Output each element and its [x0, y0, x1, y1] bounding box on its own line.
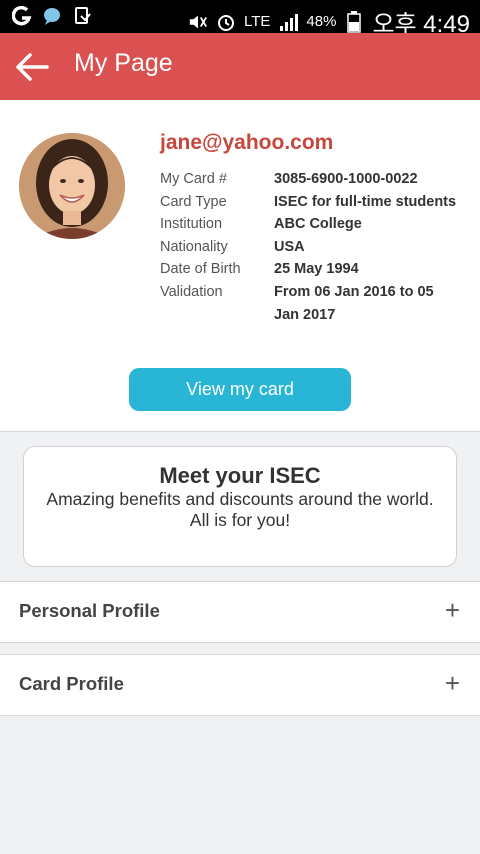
detail-row-date-of-birth: Date of Birth 25 May 1994	[160, 258, 460, 281]
detail-row-card-type: Card Type ISEC for full-time students	[160, 191, 460, 214]
detail-label: Card Type	[160, 193, 227, 210]
detail-label: Validation	[160, 283, 223, 300]
promo-line: All is for you!	[189, 509, 291, 530]
chat-bubble-icon	[42, 6, 62, 26]
detail-row-institution: Institution ABC College	[160, 213, 460, 236]
signal-icon	[278, 12, 299, 32]
profile-card: jane@yahoo.com My Card # 3085-6900-1000-…	[0, 100, 480, 432]
detail-label: Date of Birth	[160, 261, 241, 278]
detail-label: Institution	[160, 216, 223, 233]
battery-icon	[344, 10, 364, 33]
view-my-card-button[interactable]: View my card	[129, 368, 351, 411]
promo-banner: Meet your ISEC Amazing benefits and disc…	[23, 446, 457, 567]
notification-icons	[12, 6, 92, 26]
lte-indicator: LTE	[244, 13, 271, 30]
section-card-profile[interactable]: Card Profile +	[0, 654, 480, 716]
back-button[interactable]	[12, 49, 52, 85]
download-icon	[72, 6, 92, 26]
page-title: My Page	[74, 49, 173, 77]
battery-percent: 48%	[306, 13, 337, 30]
alarm-icon	[216, 12, 236, 32]
detail-value: From 06 Jan 2016 to 05 Jan 2017	[274, 283, 434, 323]
detail-value: ISEC for full-time students	[274, 193, 457, 210]
detail-value: 25 May 1994	[274, 261, 359, 278]
detail-row-validation: Validation From 06 Jan 2016 to 05 Jan 20…	[160, 281, 460, 326]
user-email: jane@yahoo.com	[160, 131, 334, 154]
status-bar: LTE 48% 오후 4:49	[0, 0, 480, 38]
section-personal-profile[interactable]: Personal Profile +	[0, 581, 480, 643]
avatar	[19, 133, 125, 239]
expand-plus-icon[interactable]: +	[445, 668, 460, 699]
detail-row-card-number: My Card # 3085-6900-1000-0022	[160, 168, 460, 191]
detail-row-nationality: Nationality USA	[160, 236, 460, 259]
card-details: My Card # 3085-6900-1000-0022 Card Type …	[160, 168, 460, 326]
expand-plus-icon[interactable]: +	[445, 595, 460, 626]
detail-label: Nationality	[160, 238, 228, 255]
detail-value: USA	[274, 238, 305, 255]
mute-icon	[188, 12, 208, 32]
detail-value: ABC College	[274, 216, 362, 233]
detail-value: 3085-6900-1000-0022	[274, 171, 418, 187]
arrow-left-icon	[16, 53, 49, 81]
promo-title: Meet your ISEC	[159, 463, 321, 488]
g-app-icon	[12, 6, 32, 26]
detail-label: My Card #	[160, 171, 227, 187]
promo-line: Amazing benefits and discounts around th…	[46, 489, 434, 509]
section-label: Personal Profile	[19, 600, 160, 621]
app-bar: My Page	[0, 33, 480, 100]
section-label: Card Profile	[19, 673, 124, 694]
